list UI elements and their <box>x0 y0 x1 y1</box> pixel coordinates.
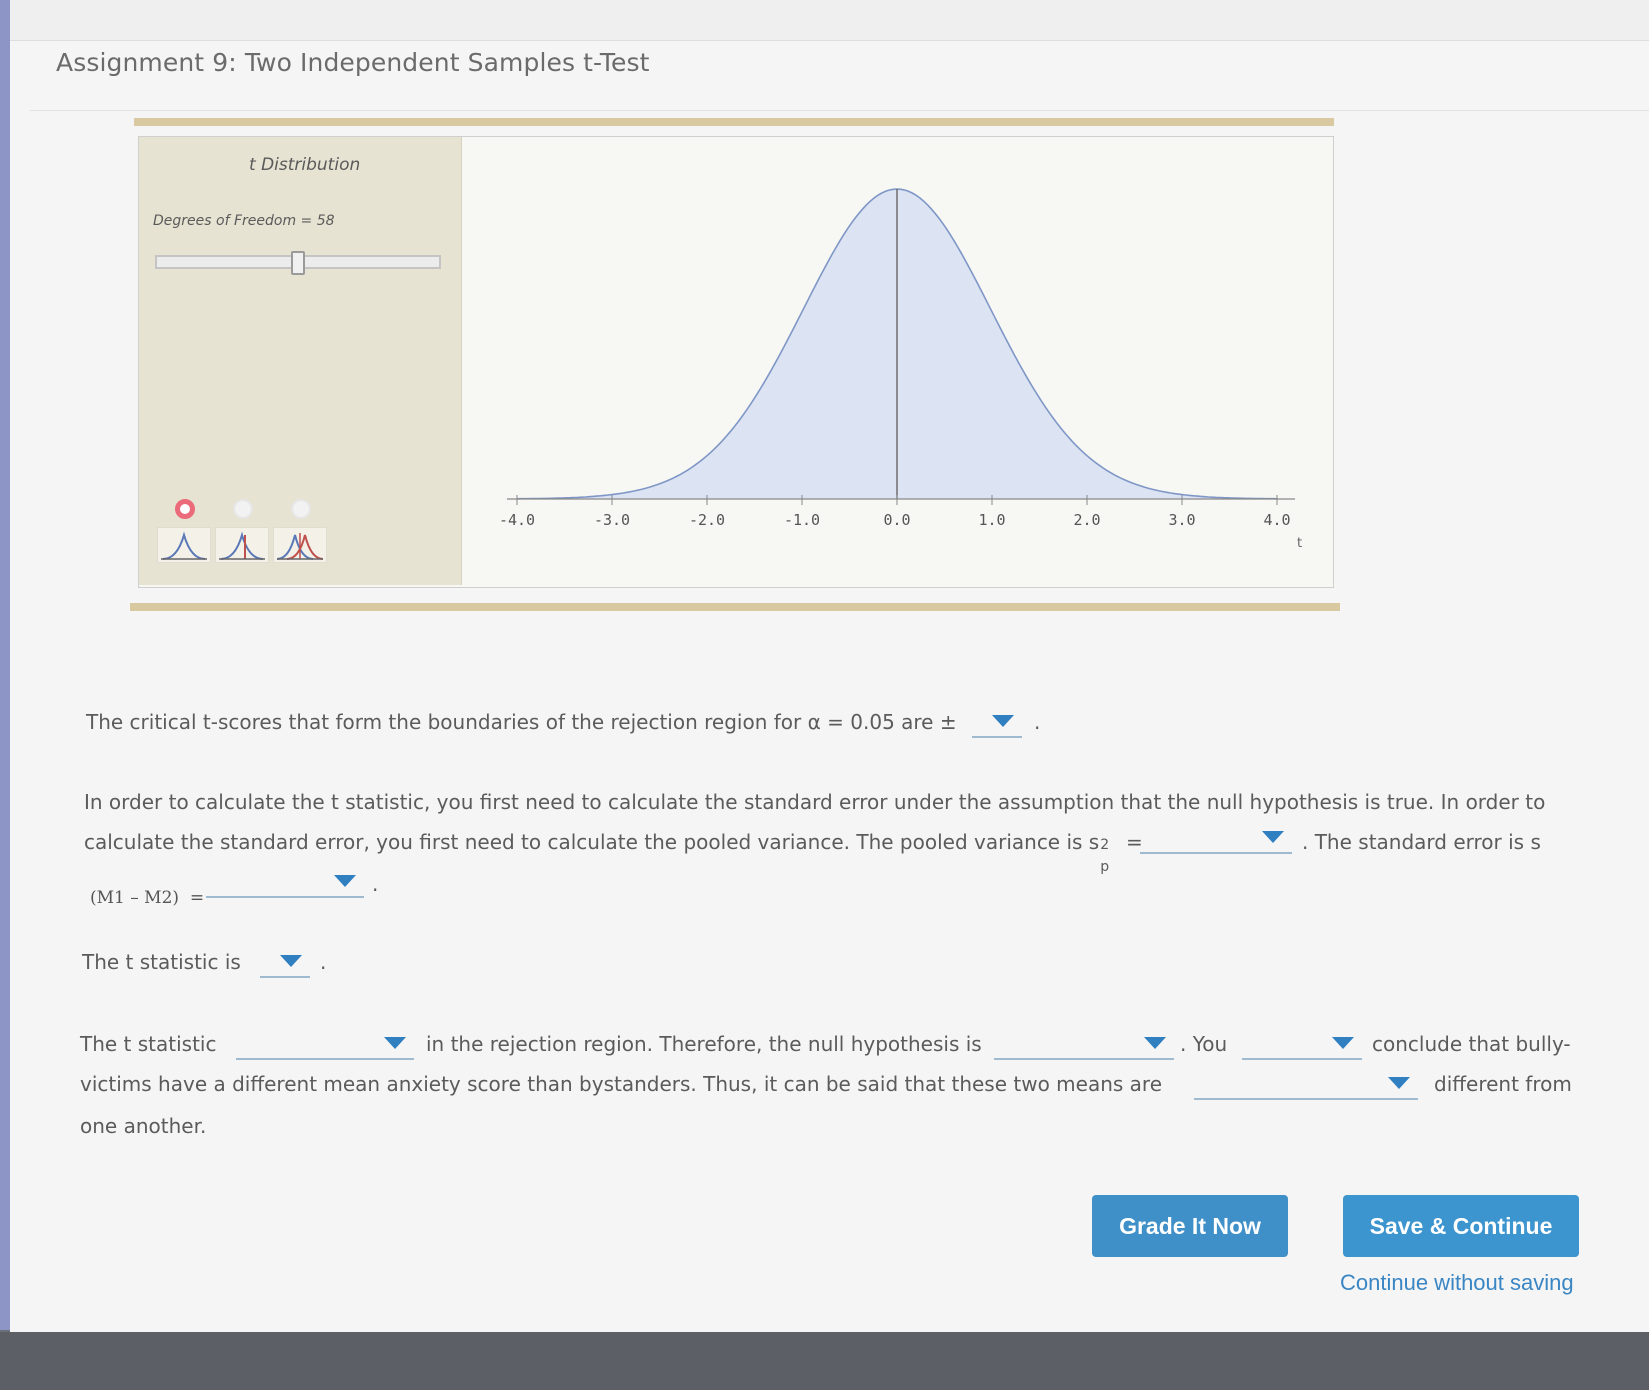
multi-curve-icon[interactable] <box>273 527 327 563</box>
superscript-two: 2 <box>1100 837 1110 853</box>
standard-error-formula: (M1 – M2) = <box>90 888 204 908</box>
distribution-radio-1[interactable] <box>175 499 195 519</box>
t-statistic-question: The t statistic is <box>82 950 241 974</box>
monitor-bezel <box>0 1332 1649 1390</box>
means-difference-dropdown[interactable] <box>1194 1066 1418 1100</box>
conclusion-text-3: . You <box>1180 1032 1228 1056</box>
x-tick-label: 4.0 <box>1263 511 1290 529</box>
df-slider-handle[interactable] <box>291 251 305 275</box>
distribution-radio-3[interactable] <box>291 499 311 519</box>
save-continue-button[interactable]: Save & Continue <box>1343 1195 1579 1257</box>
formula-equals: = <box>189 888 205 908</box>
t-statistic-dropdown[interactable] <box>260 944 310 978</box>
x-tick-label: 3.0 <box>1168 511 1195 529</box>
grade-it-now-button[interactable]: Grade It Now <box>1092 1195 1288 1257</box>
pooled-variance-intro: In order to calculate the t statistic, y… <box>84 790 1546 814</box>
widget-bottom-border <box>130 603 1340 611</box>
distribution-radio-2[interactable] <box>233 499 253 519</box>
x-tick-label: -3.0 <box>594 511 630 529</box>
t-distribution-plot: -4.0 -3.0 -2.0 -1.0 0.0 1.0 2.0 3.0 4.0 t <box>499 188 1302 551</box>
x-axis-label: t <box>1297 536 1302 551</box>
conclusion-text-4: conclude that bully- <box>1372 1032 1571 1056</box>
conclusion-text-1: The t statistic <box>80 1032 217 1056</box>
pooled-variance-dropdown[interactable] <box>1140 820 1292 854</box>
pooled-variance-text: calculate the standard error, you first … <box>84 830 1100 854</box>
pooled-variance-question: calculate the standard error, you first … <box>84 830 1143 875</box>
x-tick-label: 1.0 <box>978 511 1005 529</box>
period: . <box>372 872 379 896</box>
chevron-down-icon <box>334 875 356 887</box>
critical-t-dropdown[interactable] <box>972 704 1022 738</box>
period: . <box>320 950 327 974</box>
conclusion-text-7: one another. <box>80 1114 207 1138</box>
null-hypothesis-dropdown[interactable] <box>994 1026 1174 1060</box>
formula-subscript: (M1 – M2) <box>90 888 180 908</box>
x-tick-label: 0.0 <box>883 511 910 529</box>
x-tick-label: -4.0 <box>499 511 535 529</box>
rejection-region-dropdown[interactable] <box>236 1026 414 1060</box>
chevron-down-icon <box>280 955 302 967</box>
standard-error-dropdown[interactable] <box>206 864 364 898</box>
single-curve-icon[interactable] <box>157 527 211 563</box>
chevron-down-icon <box>1388 1077 1410 1089</box>
chevron-down-icon <box>1262 831 1284 843</box>
x-tick-label: 2.0 <box>1073 511 1100 529</box>
panel-title: t Distribution <box>249 155 361 175</box>
period: . <box>1034 710 1041 734</box>
assignment-screen: Assignment 9: Two Independent Samples t-… <box>10 0 1649 1332</box>
critical-t-question: The critical t-scores that form the boun… <box>86 710 957 734</box>
conclusion-text-5: victims have a different mean anxiety sc… <box>80 1072 1163 1096</box>
conclusion-dropdown[interactable] <box>1242 1026 1362 1060</box>
top-navigation-bar <box>10 0 1649 41</box>
t-distribution-widget: t Distribution Degrees of Freedom = 58 -… <box>138 136 1334 588</box>
x-axis-ticks: -4.0 -3.0 -2.0 -1.0 0.0 1.0 2.0 3.0 4.0 <box>499 495 1291 529</box>
widget-control-panel: t Distribution Degrees of Freedom = 58 <box>139 137 462 585</box>
conclusion-text-6: different from <box>1434 1072 1572 1096</box>
chevron-down-icon <box>384 1037 406 1049</box>
chevron-down-icon <box>1144 1037 1166 1049</box>
x-tick-label: -2.0 <box>689 511 725 529</box>
page-title: Assignment 9: Two Independent Samples t-… <box>56 48 650 77</box>
chevron-down-icon <box>992 715 1014 727</box>
chevron-down-icon <box>1332 1037 1354 1049</box>
x-tick-label: -1.0 <box>784 511 820 529</box>
widget-top-border <box>134 118 1334 126</box>
subscript-p: p <box>1100 859 1110 875</box>
continue-without-saving-link[interactable]: Continue without saving <box>1340 1270 1574 1296</box>
conclusion-text-2: in the rejection region. Therefore, the … <box>426 1032 982 1056</box>
degrees-of-freedom-label: Degrees of Freedom = 58 <box>153 213 335 229</box>
two-tail-curve-icon[interactable] <box>215 527 269 563</box>
title-divider <box>30 110 1649 111</box>
standard-error-text: . The standard error is s <box>1302 830 1541 854</box>
